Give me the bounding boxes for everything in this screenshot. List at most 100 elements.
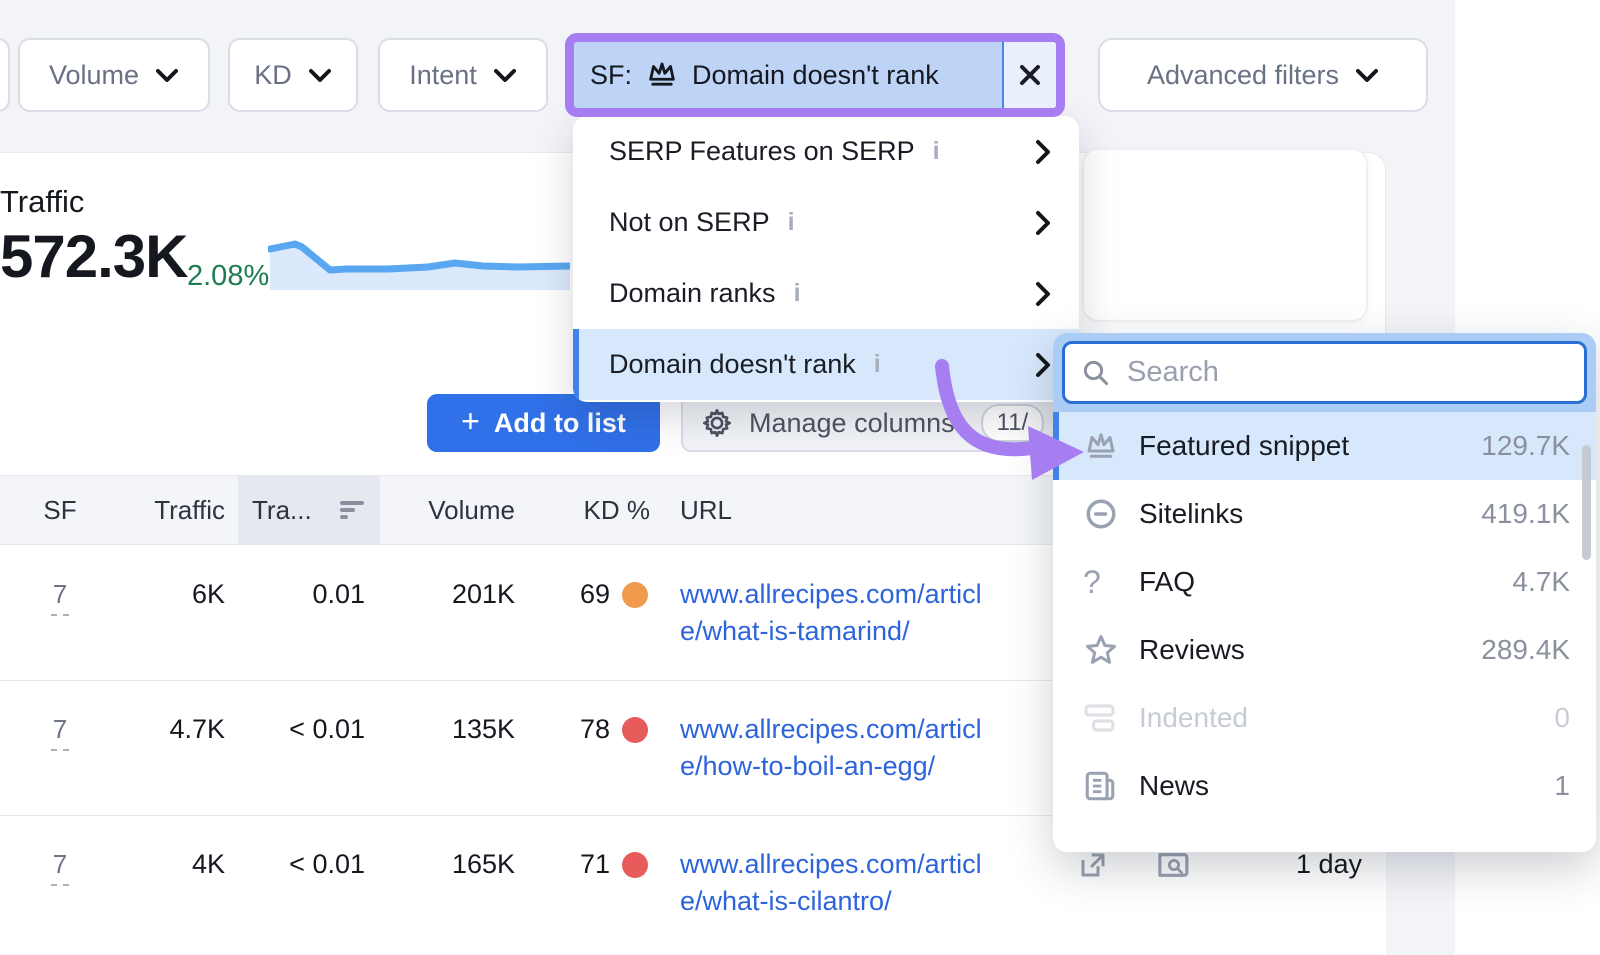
secondary-metric-card (1082, 148, 1368, 322)
traffic-pct-cell: < 0.01 (245, 846, 365, 883)
menu-item-label: Not on SERP (609, 207, 770, 238)
intent-filter-button[interactable]: Intent (378, 38, 548, 112)
submenu-item-label: News (1139, 770, 1554, 802)
kd-cell: 71 (545, 846, 610, 883)
submenu-item-reviews[interactable]: Reviews289.4K (1053, 616, 1596, 684)
submenu-item-faq[interactable]: ? FAQ4.7K (1053, 548, 1596, 616)
url-link[interactable]: www.allrecipes.com/article/what-is-cilan… (680, 846, 1060, 920)
traffic-metric-label: Traffic (0, 184, 84, 220)
menu-item-serp-features-on-serp[interactable]: SERP Features on SERP i (573, 116, 1079, 187)
add-to-list-button[interactable]: + Add to list (427, 394, 660, 452)
columns-count-badge: 11/ (981, 404, 1045, 442)
kd-cell: 78 (545, 711, 610, 748)
volume-cell: 201K (395, 576, 515, 613)
gear-icon (701, 407, 733, 439)
traffic-pct-cell: 0.01 (245, 576, 365, 613)
chevron-down-icon (1355, 68, 1379, 83)
partial-filter-button[interactable] (0, 38, 10, 112)
column-header-traffic-pct-sorted[interactable]: Tra... (238, 476, 380, 544)
traffic-metric-value: 572.3K (0, 222, 187, 291)
sf-chip-label: Domain doesn't rank (692, 60, 939, 91)
sf-filter-chip-highlighted[interactable]: SF: Domain doesn't rank (565, 33, 1065, 117)
chevron-right-icon (1035, 210, 1051, 236)
serp-preview-icon[interactable] (1156, 850, 1192, 885)
kd-cell: 69 (545, 576, 610, 613)
chevron-down-icon (493, 68, 517, 83)
traffic-change-percent: 2.08% (187, 260, 269, 293)
kd-filter-label: KD (254, 60, 292, 91)
menu-item-domain-doesn-t-rank[interactable]: Domain doesn't rank i (573, 329, 1079, 400)
crown-icon (1083, 430, 1119, 463)
submenu-item-label: Indented (1139, 702, 1554, 734)
sf-filter-chip-body[interactable]: SF: Domain doesn't rank (574, 42, 1002, 108)
column-header-kd[interactable]: KD % (545, 476, 650, 544)
volume-cell: 165K (395, 846, 515, 883)
submenu-item-label: Reviews (1139, 634, 1481, 666)
indented-icon (1083, 703, 1119, 733)
traffic-cell: 4.7K (105, 711, 225, 748)
sf-count-cell[interactable]: 7 (0, 846, 120, 883)
close-icon (1018, 63, 1042, 87)
submenu-item-count: 129.7K (1481, 430, 1570, 462)
submenu-item-label: Sitelinks (1139, 498, 1481, 530)
crown-icon (645, 59, 679, 91)
kd-filter-button[interactable]: KD (228, 38, 358, 112)
chevron-right-icon (1035, 352, 1051, 378)
submenu-item-count: 4.7K (1512, 566, 1570, 598)
submenu-item-count: 0 (1554, 702, 1570, 734)
submenu-item-indented: Indented0 (1053, 684, 1596, 752)
column-header-traffic[interactable]: Traffic (105, 476, 225, 544)
sf-chip-prefix: SF: (590, 60, 632, 91)
submenu-item-label: FAQ (1139, 566, 1512, 598)
traffic-sparkline-chart (268, 238, 570, 294)
menu-item-label: SERP Features on SERP (609, 136, 915, 167)
search-box[interactable] (1062, 341, 1587, 404)
add-to-list-label: Add to list (494, 408, 626, 439)
column-header-sf[interactable]: SF (0, 476, 120, 544)
sf-count-cell[interactable]: 7 (0, 711, 120, 748)
advanced-filters-button[interactable]: Advanced filters (1098, 38, 1428, 112)
info-icon: i (874, 350, 881, 379)
menu-item-domain-ranks[interactable]: Domain ranks i (573, 258, 1079, 329)
intent-filter-label: Intent (409, 60, 477, 91)
chevron-down-icon (308, 68, 332, 83)
traffic-cell: 6K (105, 576, 225, 613)
volume-filter-button[interactable]: Volume (18, 38, 210, 112)
traffic-pct-cell: < 0.01 (245, 711, 365, 748)
menu-item-label: Domain doesn't rank (609, 349, 856, 380)
search-input[interactable] (1127, 356, 1568, 389)
submenu-item-featured-snippet[interactable]: Featured snippet129.7K (1053, 412, 1596, 480)
question-icon: ? (1083, 564, 1101, 601)
column-header-url[interactable]: URL (680, 476, 880, 544)
url-link[interactable]: www.allrecipes.com/article/how-to-boil-a… (680, 711, 1060, 785)
column-header-traffic-pct-label: Tra... (252, 495, 312, 526)
info-icon: i (794, 279, 801, 308)
submenu-item-count: 289.4K (1481, 634, 1570, 666)
manage-columns-label: Manage columns (749, 408, 955, 439)
info-icon: i (788, 208, 795, 237)
sf-count-cell[interactable]: 7 (0, 576, 120, 613)
column-header-volume[interactable]: Volume (395, 476, 515, 544)
menu-item-label: Domain ranks (609, 278, 776, 309)
news-icon (1083, 769, 1117, 803)
submenu-item-sitelinks[interactable]: Sitelinks419.1K (1053, 480, 1596, 548)
url-link[interactable]: www.allrecipes.com/article/what-is-tamar… (680, 576, 1060, 650)
traffic-cell: 4K (105, 846, 225, 883)
kd-difficulty-dot (622, 582, 648, 608)
serp-features-filter-page: Volume KD Intent Advanced filters SF: Do… (0, 0, 1600, 955)
sort-descending-icon (338, 499, 368, 521)
info-icon: i (933, 137, 940, 166)
volume-cell: 135K (395, 711, 515, 748)
chevron-right-icon (1035, 281, 1051, 307)
external-link-icon[interactable] (1078, 850, 1108, 885)
submenu-item-news[interactable]: News1 (1053, 752, 1596, 820)
submenu-scrollbar-thumb[interactable] (1582, 445, 1591, 560)
serp-features-submenu-panel: Featured snippet129.7KSitelinks419.1K? FA… (1053, 333, 1596, 852)
chevron-down-icon (155, 68, 179, 83)
menu-item-not-on-serp[interactable]: Not on SERP i (573, 187, 1079, 258)
submenu-item-count: 1 (1554, 770, 1570, 802)
volume-filter-label: Volume (49, 60, 139, 91)
serp-features-dropdown-menu: SERP Features on SERPiNot on SERPiDomain… (573, 116, 1079, 402)
sf-chip-remove-button[interactable] (1002, 42, 1056, 108)
sitelinks-icon (1083, 496, 1119, 532)
